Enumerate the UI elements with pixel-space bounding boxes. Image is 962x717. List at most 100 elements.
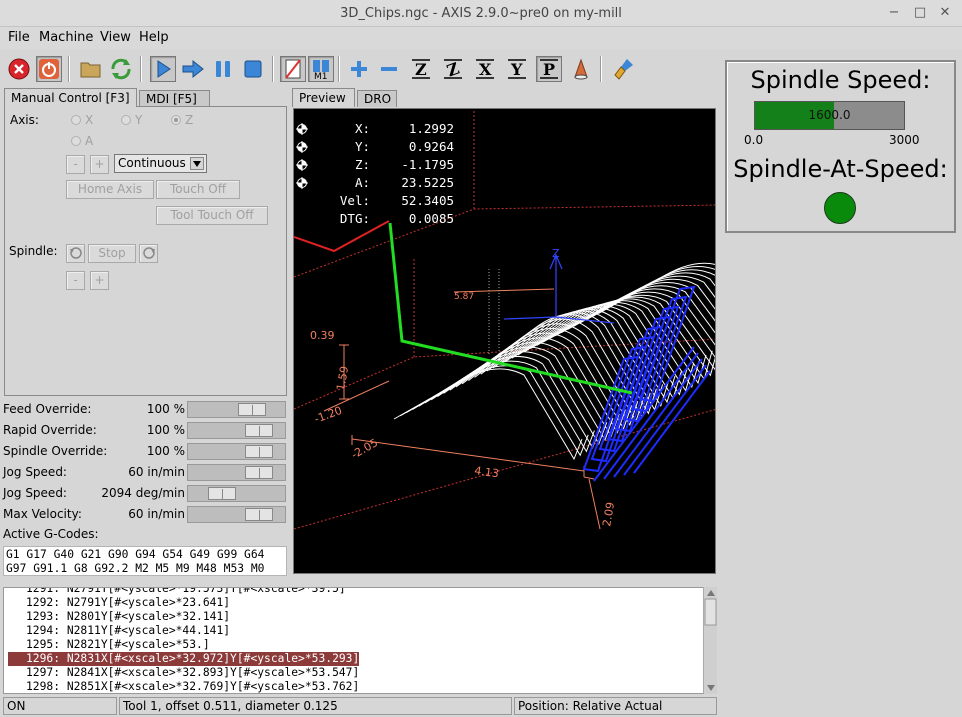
- view-y-button[interactable]: Y: [504, 56, 530, 82]
- gcode-line[interactable]: 1295: N2821Y[#<yscale>*53.]: [8, 638, 210, 652]
- view-perspective-button[interactable]: P: [536, 56, 562, 82]
- dro-axis-value: 23.5225: [401, 175, 454, 190]
- gcode-line[interactable]: 1293: N2801Y[#<yscale>*32.141]: [8, 610, 230, 624]
- override-row: Feed Override: 100 %: [3, 400, 287, 419]
- dim-label-2: 1.59: [334, 365, 351, 391]
- close-window-icon[interactable]: ✕: [936, 4, 954, 22]
- override-name: Jog Speed:: [3, 486, 67, 500]
- tool-touch-off-button[interactable]: Tool Touch Off: [156, 206, 268, 225]
- override-slider[interactable]: [187, 443, 286, 460]
- menu-view[interactable]: View: [100, 30, 131, 45]
- spindle-faster-button[interactable]: +: [90, 271, 109, 290]
- slider-thumb[interactable]: [245, 445, 273, 458]
- status-position-mode: Position: Relative Actual: [514, 697, 717, 715]
- override-slider[interactable]: [187, 464, 286, 481]
- view-x-button[interactable]: X: [472, 56, 498, 82]
- line-text: N2811Y[#<yscale>*44.141]: [66, 624, 231, 637]
- open-file-button[interactable]: [78, 56, 104, 82]
- dim-label-7: 5.87: [454, 292, 474, 302]
- override-slider[interactable]: [187, 422, 286, 439]
- radio-axis-y[interactable]: Y: [121, 113, 142, 127]
- tab-preview[interactable]: Preview: [292, 88, 355, 107]
- folder-icon: [80, 62, 101, 78]
- tab-mdi[interactable]: MDI [F5]: [139, 90, 210, 107]
- reload-button[interactable]: [108, 56, 134, 82]
- gcode-line[interactable]: 1291: N2791Y[#<yscale>*19.573]Y[#<xscale…: [8, 588, 346, 596]
- menu-file[interactable]: File: [8, 30, 30, 45]
- gcode-scrollbar[interactable]: [703, 587, 717, 694]
- slider-thumb[interactable]: [245, 424, 273, 437]
- menu-help[interactable]: Help: [139, 30, 169, 45]
- dro-axis-label: Z:: [354, 157, 370, 172]
- slider-thumb[interactable]: [208, 487, 236, 500]
- zoom-in-button[interactable]: [346, 56, 372, 82]
- dro-axis-label: Vel:: [339, 193, 370, 208]
- run-button[interactable]: [150, 56, 176, 82]
- toggle-rotation-button[interactable]: [568, 56, 594, 82]
- override-slider[interactable]: [187, 401, 286, 418]
- tab-manual-control[interactable]: Manual Control [F3]: [4, 88, 137, 107]
- toolpath-contour: [430, 342, 620, 438]
- gcode-line[interactable]: 1298: N2851X[#<xscale>*32.769]Y[#<yscale…: [8, 680, 359, 693]
- block-delete-icon: [285, 59, 301, 79]
- svg-text:X: X: [479, 60, 492, 79]
- slider-thumb[interactable]: [245, 466, 273, 479]
- minimize-icon[interactable]: −: [885, 4, 903, 22]
- jog-plus-button[interactable]: +: [90, 155, 109, 174]
- gcode-line[interactable]: 1294: N2811Y[#<yscale>*44.141]: [8, 624, 230, 638]
- slider-thumb[interactable]: [245, 508, 273, 521]
- estop-icon: [8, 58, 30, 80]
- dim-label-3: -1.20: [313, 404, 344, 426]
- gcode-line[interactable]: 1297: N2841X[#<xscale>*32.893]Y[#<yscale…: [8, 666, 359, 680]
- home-axis-button[interactable]: Home Axis: [66, 180, 154, 199]
- touch-off-button[interactable]: Touch Off: [156, 180, 240, 199]
- cone-rotate-icon: [574, 58, 588, 80]
- gcode-line-current[interactable]: 1296: N2831X[#<xscale>*32.972]Y[#<yscale…: [8, 652, 360, 666]
- view-z-icon: Z: [412, 59, 430, 79]
- dro-axis-value: 52.3405: [401, 193, 454, 208]
- view-z2-button[interactable]: Z: [440, 56, 466, 82]
- spindle-speed-value: 1600.0: [808, 108, 851, 122]
- dim-label-5: 4.13: [474, 464, 500, 480]
- spindle-slower-button[interactable]: -: [66, 271, 85, 290]
- preview-canvas[interactable]: 0.39 1.59 -1.20 -2.05 4.13 2.09 5.87 Z X…: [293, 108, 716, 574]
- spindle-stop-button[interactable]: Stop: [88, 244, 136, 263]
- tab-dro[interactable]: DRO: [357, 90, 397, 107]
- play-icon: [157, 60, 171, 78]
- toolpath-contour: [424, 346, 614, 442]
- slider-thumb[interactable]: [238, 403, 266, 416]
- brush-icon: [614, 59, 633, 80]
- spindle-panel: Spindle Speed: 1600.0 0.0 3000 Spindle-A…: [725, 60, 956, 233]
- dro-axis-value: 0.9264: [408, 139, 454, 154]
- view-rotated-z-icon: Z: [444, 58, 462, 80]
- view-perspective-icon: P: [540, 59, 558, 79]
- estop-button[interactable]: [6, 56, 32, 82]
- gcode-line[interactable]: 1292: N2791Y[#<yscale>*23.641]: [8, 596, 230, 610]
- spindle-ccw-button[interactable]: [66, 244, 85, 263]
- override-slider[interactable]: [187, 506, 286, 523]
- block-delete-button[interactable]: [280, 56, 306, 82]
- pause-button[interactable]: [210, 56, 236, 82]
- gcode-listing[interactable]: 1291: N2791Y[#<yscale>*19.573]Y[#<xscale…: [3, 587, 717, 694]
- step-button[interactable]: [180, 56, 206, 82]
- override-slider[interactable]: [187, 485, 286, 502]
- power-icon: [39, 59, 59, 79]
- radio-axis-z[interactable]: Z: [171, 113, 193, 127]
- zoom-out-button[interactable]: [376, 56, 402, 82]
- stop-icon: [244, 60, 262, 78]
- menu-machine[interactable]: Machine: [39, 30, 93, 45]
- stop-program-button[interactable]: [240, 56, 266, 82]
- jog-minus-button[interactable]: -: [66, 155, 85, 174]
- optional-stop-button[interactable]: M1: [308, 56, 334, 82]
- radio-axis-a[interactable]: A: [71, 134, 93, 148]
- clear-plot-button[interactable]: [612, 56, 638, 82]
- view-z-button[interactable]: Z: [408, 56, 434, 82]
- line-number: 1293:: [25, 610, 60, 623]
- radio-axis-x[interactable]: X: [71, 113, 93, 127]
- jog-mode-select[interactable]: Continuous: [114, 154, 207, 173]
- menu-bar: File Machine View Help: [0, 27, 962, 49]
- maximize-icon[interactable]: □: [911, 4, 929, 22]
- machine-power-button[interactable]: [36, 56, 62, 82]
- dro-axis-label: DTG:: [339, 211, 370, 226]
- spindle-cw-button[interactable]: [139, 244, 158, 263]
